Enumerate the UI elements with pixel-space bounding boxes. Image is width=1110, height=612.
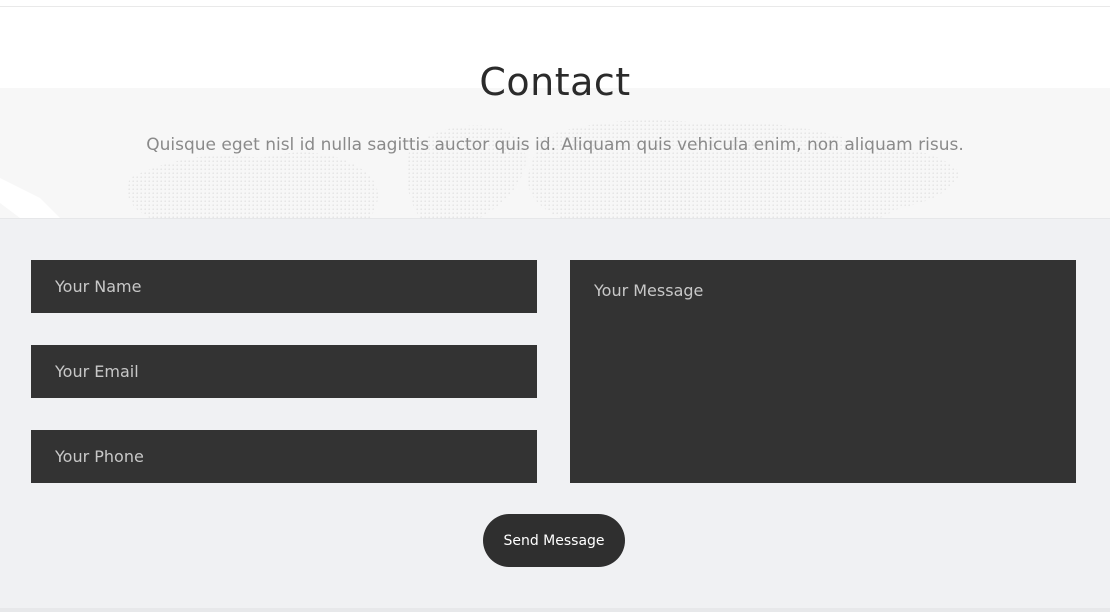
phone-field[interactable]	[31, 430, 537, 483]
bottom-divider	[0, 608, 1110, 612]
email-field[interactable]	[31, 345, 537, 398]
top-divider	[0, 6, 1110, 7]
page-title: Contact	[479, 60, 631, 104]
send-message-button[interactable]: Send Message	[483, 514, 625, 567]
contact-page: Contact Quisque eget nisl id nulla sagit…	[0, 0, 1110, 612]
name-field[interactable]	[31, 260, 537, 313]
message-field[interactable]	[570, 260, 1076, 483]
contact-header: Contact Quisque eget nisl id nulla sagit…	[0, 0, 1110, 218]
page-subtitle: Quisque eget nisl id nulla sagittis auct…	[146, 135, 964, 155]
